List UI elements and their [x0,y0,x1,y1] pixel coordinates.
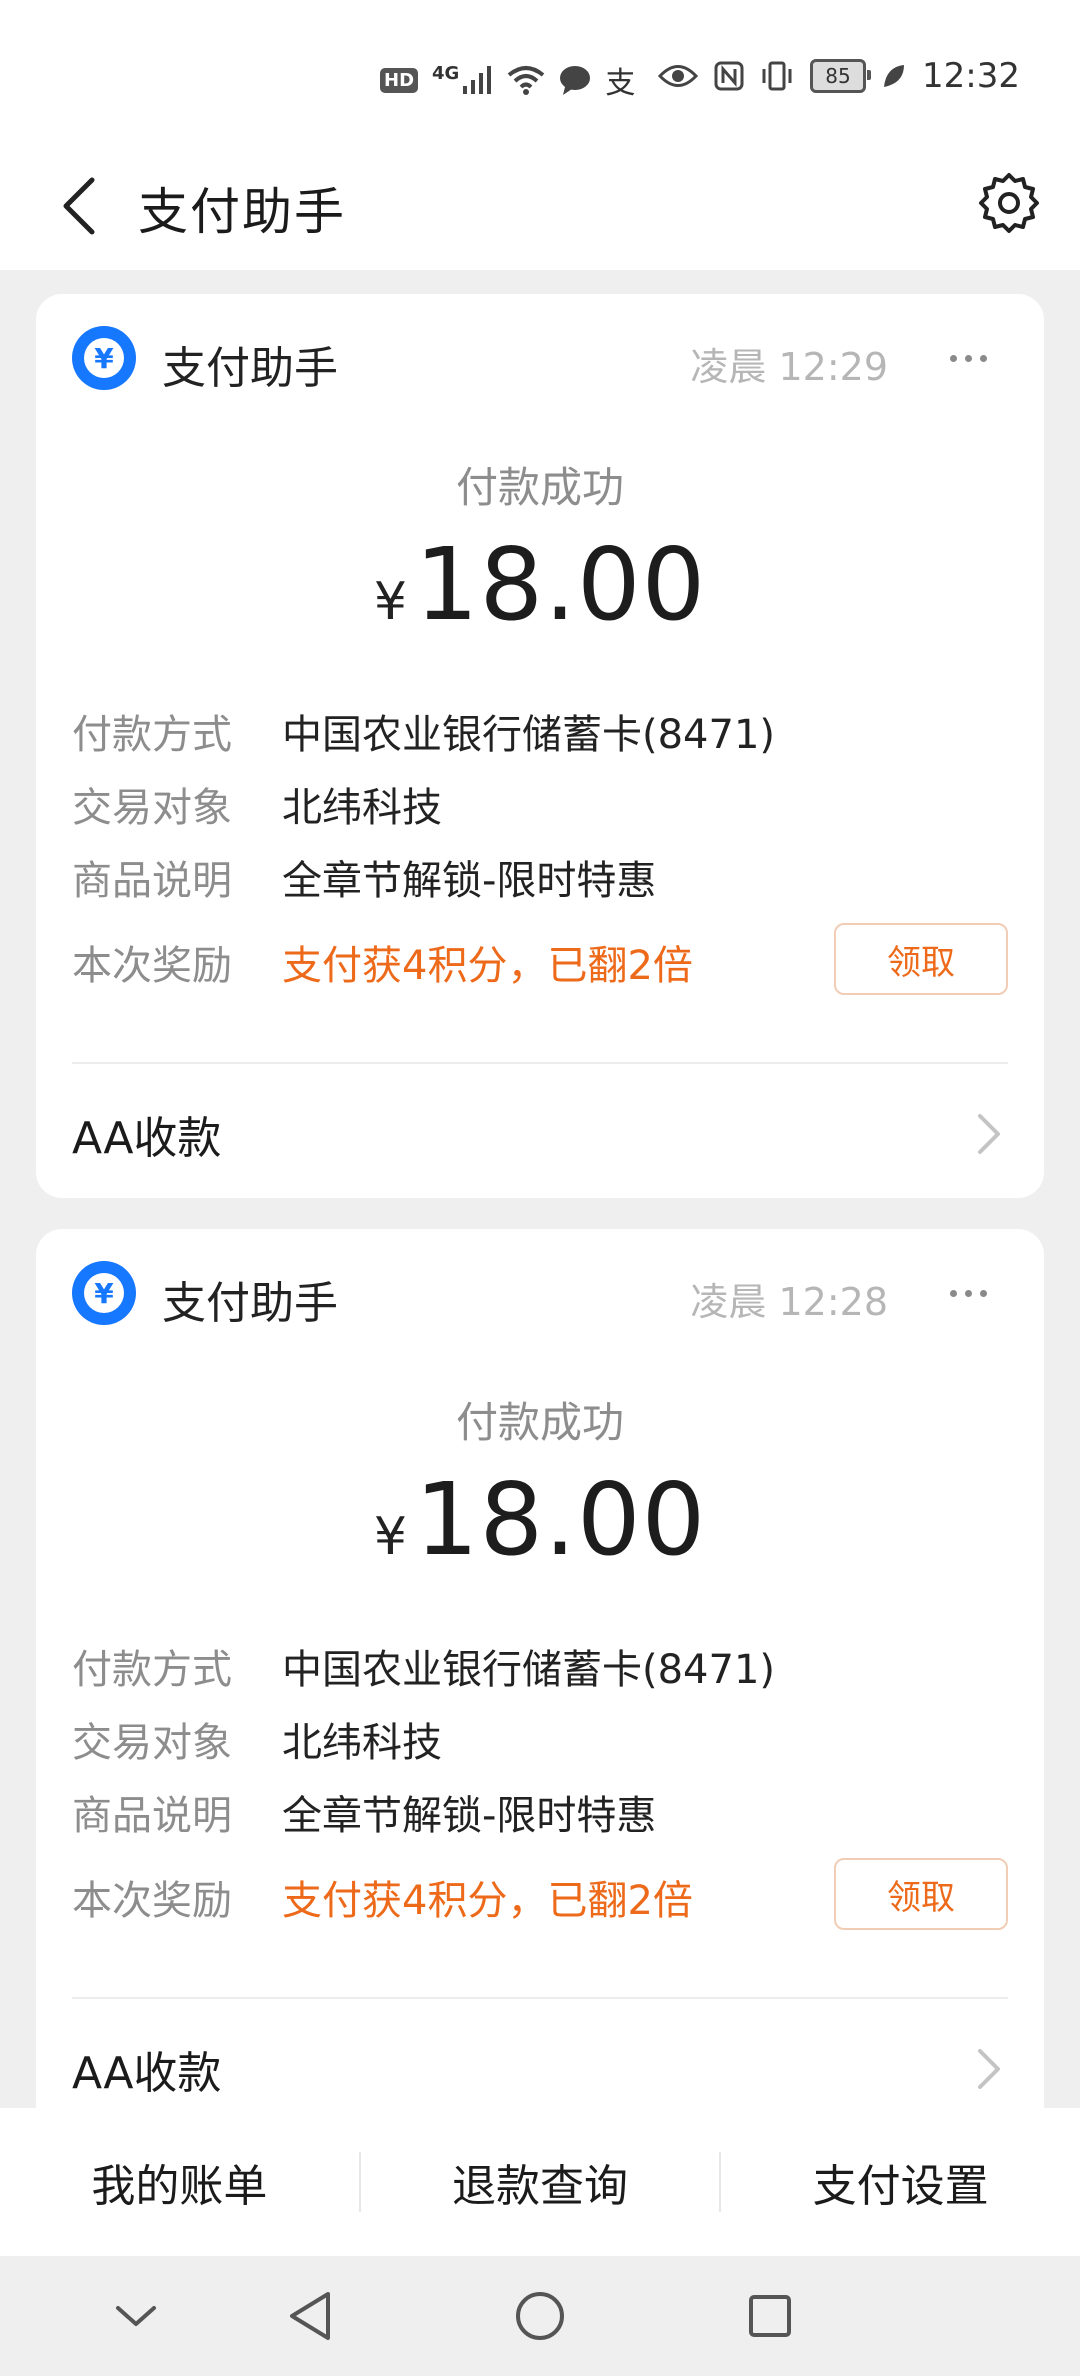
info-label: 付款方式 [72,1647,232,1693]
divider [72,1062,1008,1064]
info-label: 本次奖励 [72,943,232,989]
card-header: ¥ 支付助手 凌晨 12:28 [72,1261,1008,1329]
reward-text: 支付获4积分，已翻2倍 [282,943,693,989]
payment-amount: 18.00 [414,526,707,643]
tab-payment-settings[interactable]: 支付设置 [721,2108,1080,2256]
payment-amount: 18.00 [414,1461,707,1578]
alipay-status-icon: 支 [605,66,636,101]
payment-amount-row: ¥18.00 [36,1461,1044,1578]
currency-symbol: ¥ [373,1507,407,1567]
info-value: 北纬科技 [282,1720,442,1766]
page-title: 支付助手 [138,183,346,241]
triangle-back-icon [290,2292,330,2340]
wifi-icon [508,66,545,95]
aa-collect-row[interactable]: AA收款 [72,2019,1008,2108]
nav-recents-button[interactable] [730,2276,810,2356]
info-value: 全章节解锁-限时特惠 [282,858,657,904]
payment-card: ¥ 支付助手 凌晨 12:28 付款成功 ¥18.00 付款方式 中国农业银行储… [36,1229,1044,2108]
chevron-right-icon [978,2049,1000,2089]
yuan-coin-icon: ¥ [72,326,136,390]
hd-badge: HD [380,67,419,93]
claim-button[interactable]: 领取 [834,923,1008,995]
info-row-reward: 本次奖励 支付获4积分，已翻2倍 领取 [72,923,1008,995]
eye-icon [658,65,699,87]
aa-collect-row[interactable]: AA收款 [72,1084,1008,1184]
aa-collect-label: AA收款 [72,1113,222,1164]
card-header: ¥ 支付助手 凌晨 12:29 [72,326,1008,394]
tab-my-bills[interactable]: 我的账单 [0,2108,359,2256]
status-left-icons: HD 4G 支 [380,58,635,102]
info-value: 中国农业银行储蓄卡(8471) [282,712,776,758]
info-row-item: 商品说明 全章节解锁-限时特惠 [72,848,1008,904]
card-brand-name: 支付助手 [162,1278,338,1329]
chevron-right-icon [978,1114,1000,1154]
claim-button[interactable]: 领取 [834,1858,1008,1930]
nav-collapse-button[interactable] [96,2276,176,2356]
info-row-method: 付款方式 中国农业银行储蓄卡(8471) [72,702,1008,758]
vibrate-icon [762,61,792,91]
status-bar: HD 4G 支 85 12:32 [0,0,1080,160]
currency-symbol: ¥ [373,572,407,632]
info-row-method: 付款方式 中国农业银行储蓄卡(8471) [72,1637,1008,1693]
info-label: 付款方式 [72,712,232,758]
tab-refund-query[interactable]: 退款查询 [361,2108,720,2256]
app-header: 支付助手 [0,140,1080,270]
signal-icon [463,66,492,94]
settings-button[interactable] [974,166,1044,240]
back-button[interactable] [46,168,110,244]
payment-status: 付款成功 [455,1398,624,1447]
info-row-payee: 交易对象 北纬科技 [72,775,1008,831]
card-timestamp: 凌晨 12:28 [690,1280,888,1324]
info-row-payee: 交易对象 北纬科技 [72,1710,1008,1766]
status-right-icons: 85 12:32 [658,56,1020,96]
info-label: 交易对象 [72,1720,232,1766]
network-type: 4G [432,62,460,84]
yuan-coin-icon: ¥ [72,1261,136,1325]
info-label: 商品说明 [72,1793,232,1839]
info-row-reward: 本次奖励 支付获4积分，已翻2倍 领取 [72,1858,1008,1930]
gear-icon [979,173,1039,233]
info-value: 中国农业银行储蓄卡(8471) [282,1647,776,1693]
payment-status: 付款成功 [455,463,624,512]
aa-collect-label: AA收款 [72,2048,222,2099]
info-value: 北纬科技 [282,785,442,831]
info-label: 本次奖励 [72,1878,232,1924]
leaf-icon [884,65,905,87]
card-timestamp: 凌晨 12:29 [690,345,888,389]
nav-back-button[interactable] [270,2276,350,2356]
clock: 12:32 [922,56,1020,96]
divider [72,1997,1008,1999]
payment-amount-row: ¥18.00 [36,526,1044,643]
battery-indicator: 85 [810,59,872,93]
more-options-button[interactable] [928,1261,1008,1325]
bottom-tab-bar: 我的账单 退款查询 支付设置 [0,2108,1080,2256]
chevron-down-icon [116,2306,156,2326]
square-recents-icon [749,2295,791,2337]
more-options-button[interactable] [928,326,1008,390]
more-dots-icon [949,354,957,362]
nav-home-button[interactable] [500,2276,580,2356]
info-row-item: 商品说明 全章节解锁-限时特惠 [72,1783,1008,1839]
system-nav-bar [0,2256,1080,2376]
more-dots-icon [949,1289,957,1297]
info-value: 全章节解锁-限时特惠 [282,1793,657,1839]
card-brand-name: 支付助手 [162,343,338,394]
payment-card: ¥ 支付助手 凌晨 12:29 付款成功 ¥18.00 付款方式 中国农业银行储… [36,294,1044,1198]
back-arrow-icon [63,177,95,235]
info-label: 商品说明 [72,858,232,904]
circle-home-icon [516,2292,564,2340]
info-label: 交易对象 [72,785,232,831]
message-icon [560,66,591,95]
reward-text: 支付获4积分，已翻2倍 [282,1878,693,1924]
nfc-icon [714,61,744,91]
